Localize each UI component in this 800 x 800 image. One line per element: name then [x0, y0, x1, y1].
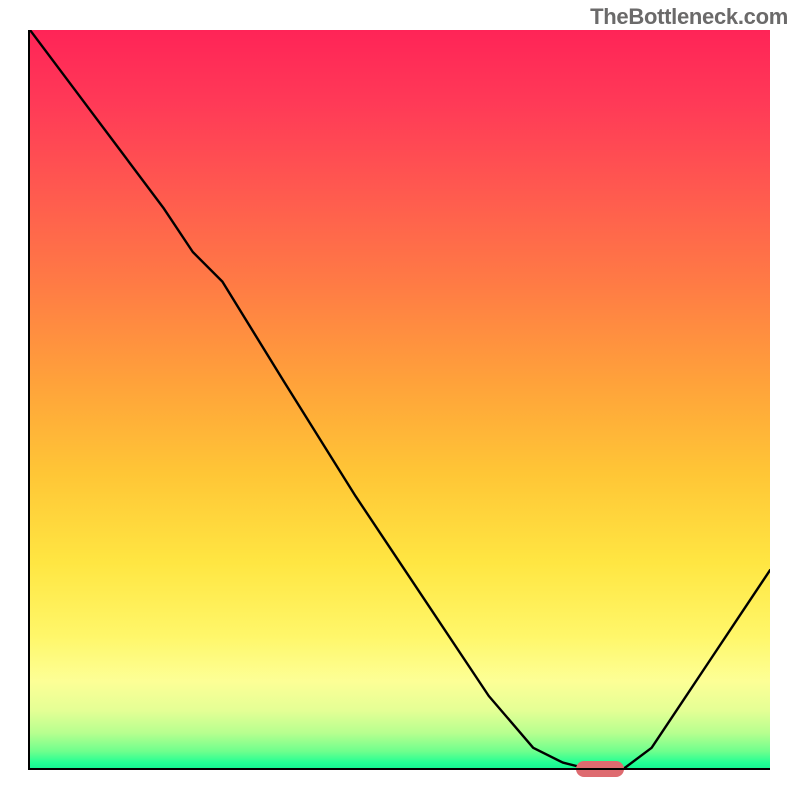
- attribution-text: TheBottleneck.com: [590, 4, 788, 30]
- curve-svg: [30, 30, 770, 770]
- bottleneck-curve: [30, 30, 770, 770]
- axis-y: [28, 30, 30, 770]
- plot-area: [30, 30, 770, 770]
- axis-x: [30, 768, 770, 770]
